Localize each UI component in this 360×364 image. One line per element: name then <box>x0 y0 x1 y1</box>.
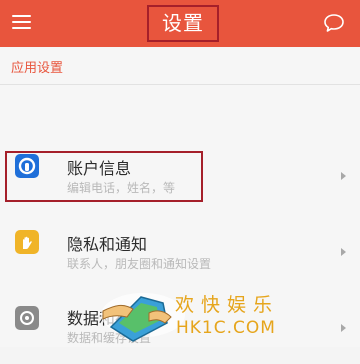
page-title: 设置 <box>162 11 204 35</box>
chat-bubble-icon[interactable] <box>323 12 345 34</box>
app-bar: 设置 <box>0 0 360 47</box>
title-highlight-box: 设置 <box>147 5 219 42</box>
hand-icon <box>15 230 39 254</box>
item-highlight-box <box>5 151 203 202</box>
item-subtitle: 联系人，朋友圈和通知设置 <box>67 257 212 271</box>
hamburger-menu-icon[interactable] <box>12 15 31 30</box>
section-header: 应用设置 <box>11 61 64 76</box>
chevron-right-icon <box>341 172 346 180</box>
item-title: 隐私和通知 <box>67 235 148 254</box>
watermark-line-2: HK1C.COM <box>176 318 276 338</box>
divider <box>0 84 360 85</box>
chevron-right-icon <box>341 248 346 256</box>
watermark-line-1: 欢快娱乐 <box>175 294 280 316</box>
storage-icon <box>15 306 39 330</box>
chevron-right-icon <box>341 324 346 332</box>
settings-item-privacy[interactable]: 隐私和通知 联系人，朋友圈和通知设置 <box>0 218 360 288</box>
